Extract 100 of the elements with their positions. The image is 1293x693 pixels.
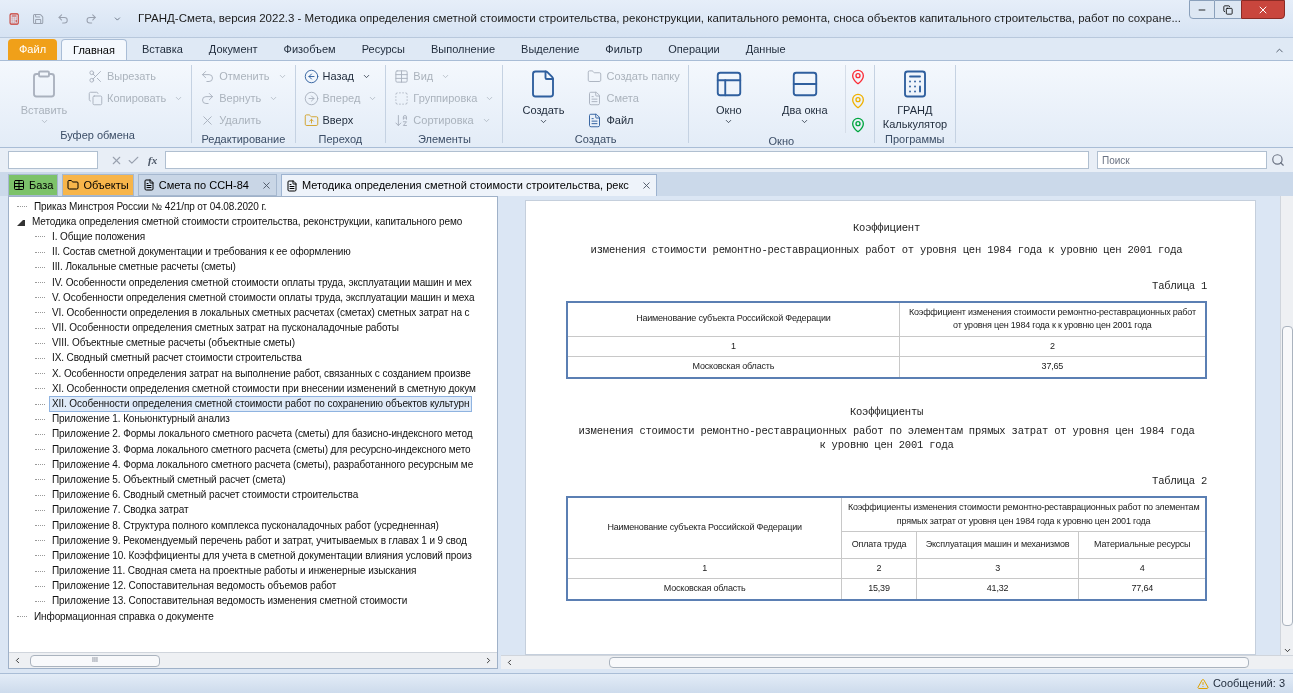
section-subtitle: изменения стоимости ремонтно-реставрационных работ от уровня цен 1984 года к уровню цен 2001 года bbox=[589, 242, 1184, 257]
ribbon-button[interactable]: Назад bbox=[299, 65, 382, 87]
tree-item[interactable]: XI. Особенности определения сметной стоимости при внесении изменений в сметную докум bbox=[49, 380, 479, 397]
scroll-left-icon[interactable] bbox=[13, 656, 22, 665]
folder-up-icon bbox=[303, 112, 319, 128]
document-tab[interactable]: Объекты bbox=[62, 174, 134, 196]
search-icon[interactable] bbox=[1271, 153, 1285, 167]
horizontal-scrollbar[interactable] bbox=[501, 655, 1293, 669]
tree-item[interactable]: Информационная справка о документе bbox=[31, 608, 217, 625]
tree-item[interactable]: Приложение 3. Форма локального сметного расчета (сметы) для ресурсно-индексного мето bbox=[49, 441, 474, 458]
document-tab[interactable]: Смета по ССН-84 bbox=[137, 174, 277, 196]
expand-triangle-icon[interactable] bbox=[17, 217, 25, 226]
table-header-cell: Наименование субъекта Российской Федерации bbox=[567, 497, 842, 558]
function-button[interactable]: fx bbox=[144, 151, 162, 169]
table-label: Таблица 1 bbox=[1151, 278, 1207, 294]
ribbon-tab[interactable]: Главная bbox=[61, 39, 127, 60]
scroll-left-icon[interactable] bbox=[505, 658, 514, 667]
tree-item[interactable]: II. Состав сметной документации и требования к ее оформлению bbox=[49, 244, 354, 261]
ribbon-button[interactable]: Вверх bbox=[299, 109, 382, 131]
ribbon-tab[interactable]: Выделение bbox=[510, 39, 591, 60]
search-field[interactable]: Поиск bbox=[1097, 151, 1267, 169]
scrollbar-thumb[interactable] bbox=[609, 657, 1249, 668]
scrollbar-thumb[interactable] bbox=[1281, 326, 1293, 626]
ribbon-group-label: Редактирование bbox=[200, 132, 287, 147]
ribbon-tab[interactable]: Операции bbox=[657, 39, 731, 60]
folder-icon bbox=[587, 68, 603, 84]
tree-item[interactable]: VI. Особенности определения в локальных сметных расчетах (сметах) сметных затрат на с bbox=[49, 304, 473, 321]
table-cell: 2 bbox=[841, 558, 917, 579]
ribbon-group-label: Переход bbox=[317, 132, 364, 147]
close-tab-icon[interactable] bbox=[260, 179, 272, 191]
table-header-cell: Оплата труда bbox=[841, 531, 917, 558]
scroll-right-icon[interactable] bbox=[484, 656, 493, 665]
ribbon-large-button[interactable]: Два окна bbox=[768, 65, 841, 133]
tree-item[interactable]: VII. Особенности определения сметных затрат на пусконаладочные работы bbox=[49, 320, 402, 337]
tree-item[interactable]: Приложение 6. Сводный сметный расчет стоимости строительства bbox=[49, 487, 362, 504]
undo-icon[interactable] bbox=[56, 11, 69, 26]
vertical-scrollbar[interactable] bbox=[1280, 196, 1293, 655]
messages-count[interactable]: Сообщений: 3 bbox=[1212, 675, 1285, 692]
app-logo-icon bbox=[8, 11, 21, 26]
ribbon-tab[interactable]: Фильтр bbox=[594, 39, 654, 60]
tree-item[interactable]: Приложение 1. Коньюнктурный анализ bbox=[49, 411, 233, 428]
ribbon-tab[interactable]: Документ bbox=[197, 39, 269, 60]
scroll-down-icon[interactable] bbox=[1282, 646, 1292, 655]
sort-icon bbox=[394, 112, 410, 128]
name-box[interactable] bbox=[8, 151, 98, 169]
ribbon-group-label: Буфер обмена bbox=[59, 128, 136, 143]
close-tab-icon[interactable] bbox=[640, 180, 652, 191]
tree-item[interactable]: IX. Сводный сметный расчет стоимости строительства bbox=[49, 350, 305, 367]
tree-item[interactable]: Приложение 11. Сводная смета на проектные работы и инженерные изыскания bbox=[49, 563, 420, 580]
ribbon-tab[interactable]: Выполнение bbox=[420, 39, 507, 60]
ribbon-tab[interactable]: Физобъем bbox=[272, 39, 347, 60]
marker-pin-icon[interactable] bbox=[849, 69, 866, 85]
tree-item[interactable]: Приложение 4. Форма локального сметного расчета (сметы), разработанного ресурсным ме bbox=[49, 456, 477, 473]
tree-item[interactable]: III. Локальные сметные расчеты (сметы) bbox=[49, 259, 239, 276]
tree-item[interactable]: Приложение 8. Структура полного комплекса пусконаладочных работ (усредненная) bbox=[49, 517, 442, 534]
formula-field[interactable] bbox=[165, 151, 1089, 169]
copy-icon bbox=[88, 90, 103, 106]
ribbon-tab[interactable]: Данные bbox=[734, 39, 797, 60]
marker-pin-icon[interactable] bbox=[849, 117, 866, 133]
ribbon-large-button[interactable]: Окно bbox=[692, 65, 765, 133]
tree-item[interactable]: X. Особенности определения затрат на выполнение работ, связанных с созданием произве bbox=[49, 365, 474, 382]
ribbon-group-label: Окно bbox=[767, 134, 796, 149]
tree-item[interactable]: Методика определения сметной стоимости строительства, реконструкции, капитального ремо bbox=[29, 213, 466, 230]
section-heading: Коэффициенты bbox=[848, 404, 925, 420]
table-header-cell: Наименование субъекта Российской Федерации bbox=[567, 301, 900, 336]
table-icon bbox=[394, 68, 410, 84]
warning-icon bbox=[1196, 677, 1209, 690]
ribbon-large-button[interactable]: ГРАНД Калькулятор bbox=[878, 65, 951, 131]
ribbon-button[interactable]: Файл bbox=[583, 109, 684, 131]
tree-item[interactable]: I. Общие положения bbox=[49, 228, 149, 245]
document-icon bbox=[285, 179, 298, 192]
undo-icon bbox=[200, 68, 216, 84]
document-tab[interactable]: База bbox=[8, 174, 59, 196]
tree-item[interactable]: IV. Особенности определения сметной стоимости оплаты труда, эксплуатации машин и мех bbox=[49, 274, 475, 291]
group-icon bbox=[394, 90, 410, 106]
save-icon[interactable] bbox=[32, 11, 45, 26]
restore-button[interactable] bbox=[1215, 0, 1241, 19]
tree-item[interactable]: Приложение 13. Сопоставительная ведомость изменения сметной стоимости bbox=[49, 593, 411, 610]
marker-pin-icon[interactable] bbox=[849, 93, 866, 109]
redo-icon[interactable] bbox=[84, 11, 98, 26]
ribbon-tab[interactable]: Ресурсы bbox=[350, 39, 417, 60]
tree-item[interactable]: V. Особенности определения сметной стоимости оплаты труда, эксплуатации машин и меха bbox=[49, 289, 478, 306]
document-tab[interactable]: Методика определения сметной стоимости строительства, рекс bbox=[280, 174, 657, 196]
ribbon-large-button[interactable]: Создать bbox=[507, 65, 580, 131]
tree-item[interactable]: Приказ Минстроя России № 421/пр от 04.08.2020 г. bbox=[31, 198, 270, 215]
table-label: Таблица 2 bbox=[1151, 474, 1207, 490]
document-icon bbox=[587, 90, 603, 106]
tree-item[interactable]: Приложение 5. Объектный сметный расчет (смета) bbox=[49, 471, 289, 488]
tree-item[interactable]: Приложение 10. Коэффициенты для учета в сметной документации влияния условий произ bbox=[49, 547, 475, 564]
tree-item[interactable]: Приложение 9. Рекомендуемый перечень работ и затрат, учитываемых в главах 1 и 9 свод bbox=[49, 532, 470, 549]
ribbon-group-label: Элементы bbox=[417, 132, 472, 147]
ribbon-group-label: Программы bbox=[884, 132, 946, 147]
file-icon bbox=[587, 112, 603, 128]
tree-item[interactable]: Приложение 7. Сводка затрат bbox=[49, 502, 192, 519]
ribbon-tab[interactable]: Вставка bbox=[130, 39, 194, 60]
tree-item[interactable]: Приложение 2. Формы локального сметного расчета (сметы) для базисно-индексного метод bbox=[49, 426, 476, 443]
tree-item[interactable]: XII. Особенности определения сметной стоимости работ по сохранению объектов культурн bbox=[49, 396, 473, 413]
tree-item[interactable]: Приложение 12. Сопоставительная ведомость объемов работ bbox=[49, 578, 340, 595]
scissors-icon bbox=[88, 68, 103, 84]
tree-item[interactable]: VIII. Объектные сметные расчеты (объектные сметы) bbox=[49, 335, 298, 352]
